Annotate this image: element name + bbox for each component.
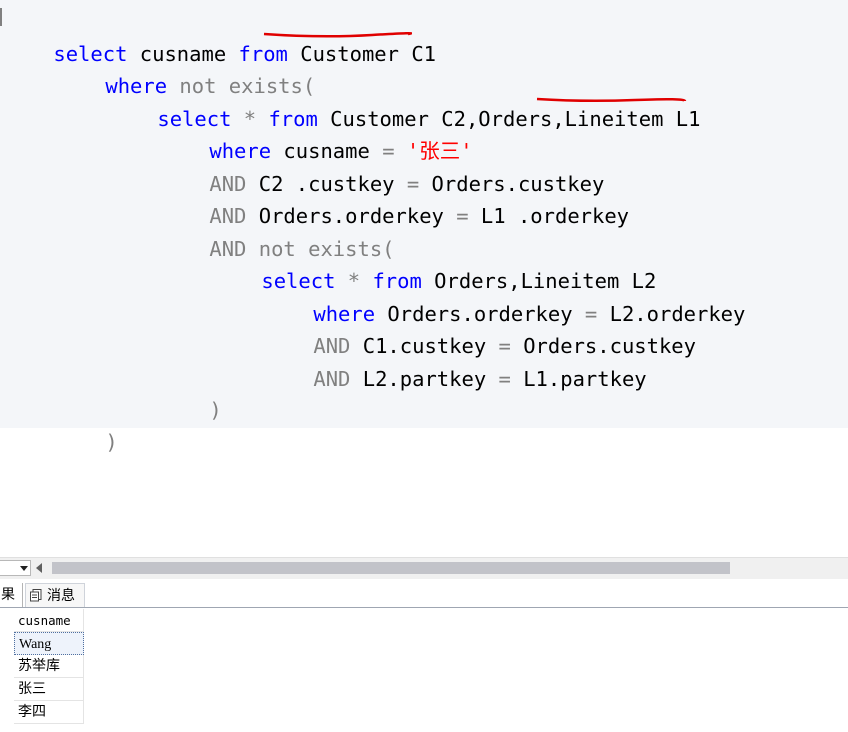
token: = bbox=[456, 204, 469, 228]
code-line-12: ) bbox=[160, 362, 221, 422]
red-underline-customer-c1 bbox=[263, 31, 412, 38]
token: ) bbox=[209, 398, 222, 422]
results-tab-strip: 果 消息 bbox=[0, 583, 848, 608]
code-line-5: AND C2 .custkey = Orders.custkey bbox=[160, 136, 604, 196]
token: AND bbox=[313, 367, 351, 391]
code-line-11: AND L2.partkey = L1.partkey bbox=[264, 331, 646, 391]
chevron-down-icon[interactable] bbox=[20, 566, 28, 571]
code-line-2: where not exists( bbox=[56, 38, 315, 98]
horizontal-scrollbar[interactable] bbox=[0, 557, 848, 579]
table-row[interactable]: 苏举库 bbox=[14, 655, 84, 678]
code-line-13: ) bbox=[56, 394, 117, 454]
sql-editor[interactable]: select cusname from Customer C1 where no… bbox=[0, 0, 848, 454]
code-line-10: AND C1.custkey = Orders.custkey bbox=[264, 298, 696, 358]
tab-messages-label: 消息 bbox=[47, 588, 75, 604]
code-line-8: select * from Orders,Lineitem L2 bbox=[212, 233, 656, 293]
code-line-7: AND not exists( bbox=[160, 201, 394, 261]
message-icon bbox=[30, 589, 42, 602]
code-line-6: AND Orders.orderkey = L1 .orderkey bbox=[160, 168, 629, 228]
scroll-thumb[interactable] bbox=[52, 562, 730, 574]
tab-results[interactable]: 果 bbox=[0, 583, 23, 607]
token: L1.partkey bbox=[510, 367, 647, 391]
token: L1 .orderkey bbox=[468, 204, 630, 228]
collapse-marker[interactable] bbox=[0, 8, 2, 26]
column-header-cusname[interactable]: cusname bbox=[14, 609, 84, 632]
code-line-9: where Orders.orderkey = L2.orderkey bbox=[264, 266, 745, 326]
table-row[interactable]: Wang bbox=[14, 632, 84, 655]
tab-messages[interactable]: 消息 bbox=[25, 583, 85, 607]
code-line-4: where cusname = '张三' bbox=[160, 103, 472, 163]
token: L2.partkey bbox=[350, 367, 499, 391]
red-underline-lineitem-l1 bbox=[536, 97, 687, 103]
token: = bbox=[498, 367, 511, 391]
zoom-dropdown[interactable] bbox=[0, 560, 31, 576]
table-row[interactable]: 张三 bbox=[14, 678, 84, 701]
table-row[interactable]: 李四 bbox=[14, 701, 84, 724]
scroll-left-arrow-icon[interactable] bbox=[36, 563, 42, 573]
token: ) bbox=[105, 430, 118, 454]
